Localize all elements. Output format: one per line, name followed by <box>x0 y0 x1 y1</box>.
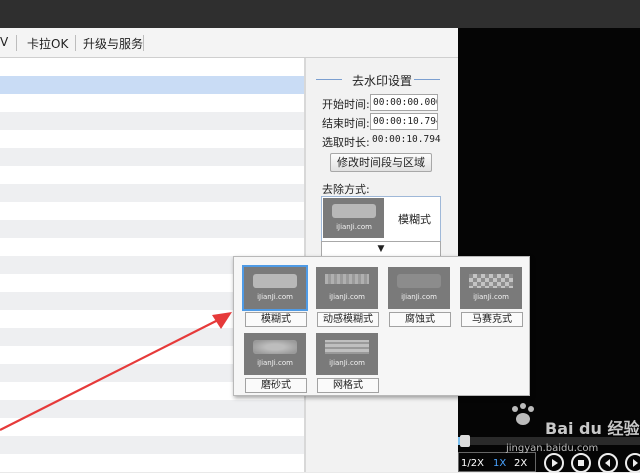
style-option-erode[interactable]: iJianJi.com 腐蚀式 <box>386 265 452 327</box>
prev-frame-icon[interactable] <box>598 453 618 473</box>
list-item[interactable] <box>0 436 304 454</box>
list-item[interactable] <box>0 418 304 436</box>
list-item[interactable] <box>0 130 304 148</box>
list-item[interactable] <box>0 238 304 256</box>
style-label: 模糊式 <box>245 312 307 327</box>
list-item[interactable] <box>0 148 304 166</box>
next-frame-icon[interactable] <box>625 453 640 473</box>
style-texture <box>325 340 369 354</box>
start-time-label: 开始时间: <box>322 98 370 111</box>
menu-item-upgrade[interactable]: 升级与服务 <box>83 35 143 52</box>
baidu-logo-text: Bai du 经验 <box>545 419 640 438</box>
list-item[interactable] <box>0 58 304 76</box>
menu-item-v[interactable]: V <box>0 35 8 49</box>
list-item[interactable] <box>0 400 304 418</box>
speed-2x[interactable]: 2X <box>514 458 527 469</box>
speed-1x[interactable]: 1X <box>493 458 506 469</box>
style-watermark-text: iJianJi.com <box>401 293 437 301</box>
duration-label: 选取时长: <box>322 136 370 149</box>
style-watermark-text: iJianJi.com <box>257 359 293 367</box>
menu-item-karaoke[interactable]: 卡拉OK <box>27 35 68 52</box>
style-texture <box>325 274 369 284</box>
style-label: 腐蚀式 <box>389 312 451 327</box>
menu-separator <box>143 35 144 51</box>
list-item[interactable] <box>0 202 304 220</box>
style-option-mosaic[interactable]: iJianJi.com 马赛克式 <box>458 265 524 327</box>
title-bar <box>0 0 640 28</box>
style-label: 网格式 <box>317 378 379 393</box>
style-thumbnail: iJianJi.com <box>460 267 522 309</box>
menu-separator <box>16 35 17 51</box>
menu-separator <box>75 35 76 51</box>
style-texture <box>397 274 441 288</box>
list-item[interactable] <box>0 454 304 472</box>
list-item-selected[interactable] <box>0 76 304 94</box>
list-item[interactable] <box>0 184 304 202</box>
selected-method-name: 模糊式 <box>398 213 431 226</box>
style-watermark-text: iJianJi.com <box>473 293 509 301</box>
style-option-grid[interactable]: iJianJi.com 网格式 <box>314 331 380 393</box>
removal-method-label: 去除方式: <box>322 183 370 196</box>
style-thumbnail: iJianJi.com <box>244 333 306 375</box>
selected-method-thumbnail: iJianJi.com <box>323 198 384 238</box>
watermark-url: jingyan.baidu.com <box>506 443 599 454</box>
list-item[interactable] <box>0 112 304 130</box>
panel-title: 去水印设置 <box>351 74 412 88</box>
style-thumbnail: iJianJi.com <box>316 333 378 375</box>
modify-time-region-button[interactable]: 修改时间段与区域 <box>330 153 432 172</box>
title-rule-right <box>414 79 440 80</box>
style-label: 马赛克式 <box>461 312 523 327</box>
list-item[interactable] <box>0 220 304 238</box>
list-item[interactable] <box>0 94 304 112</box>
style-texture <box>469 274 513 288</box>
style-label: 动感模糊式 <box>317 312 379 327</box>
style-thumbnail: iJianJi.com <box>388 267 450 309</box>
style-label: 磨砂式 <box>245 378 307 393</box>
removal-style-popup: iJianJi.com 模糊式 iJianJi.com 动感模糊式 iJianJi.co… <box>233 256 530 396</box>
end-time-label: 结束时间: <box>322 117 370 130</box>
list-item[interactable] <box>0 166 304 184</box>
style-texture <box>253 340 297 354</box>
stop-icon[interactable] <box>571 453 591 473</box>
start-time-input[interactable]: 00:00:00.000 <box>370 94 438 111</box>
end-time-input[interactable]: 00:00:10.794 <box>370 113 438 130</box>
style-option-frost[interactable]: iJianJi.com 磨砂式 <box>242 331 308 393</box>
style-watermark-text: iJianJi.com <box>329 293 365 301</box>
play-icon[interactable] <box>544 453 564 473</box>
style-texture <box>253 274 297 288</box>
style-watermark-text: iJianJi.com <box>257 293 293 301</box>
style-thumbnail: iJianJi.com <box>316 267 378 309</box>
style-option-blur[interactable]: iJianJi.com 模糊式 <box>242 265 308 327</box>
style-option-motion[interactable]: iJianJi.com 动感模糊式 <box>314 265 380 327</box>
style-watermark-text: iJianJi.com <box>329 359 365 367</box>
style-thumbnail: iJianJi.com <box>242 265 308 311</box>
duration-value: 00:00:10.794 <box>372 134 441 145</box>
menu-bar: V 卡拉OK 升级与服务 <box>0 28 458 58</box>
seek-handle[interactable] <box>460 435 470 447</box>
speed-half[interactable]: 1/2X <box>461 458 484 469</box>
